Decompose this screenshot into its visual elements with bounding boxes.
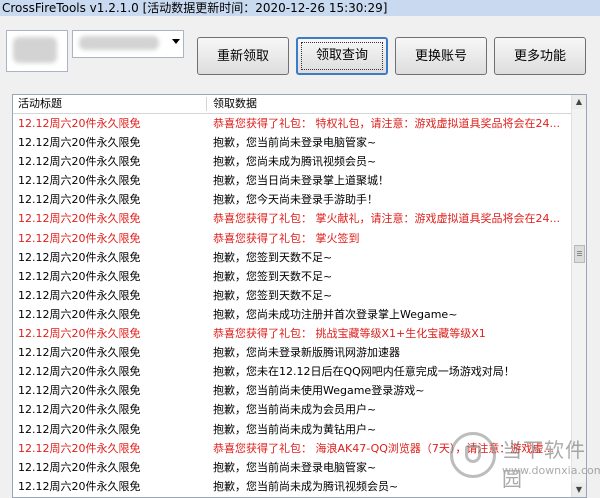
claim-data-cell: 抱歉，您签到天数不足~ bbox=[213, 250, 333, 264]
activity-title-cell: 12.12周六20件永久限免 bbox=[18, 269, 141, 283]
list-item[interactable]: 12.12周六20件永久限免 抱歉，您当前尚未登录电脑管家~ bbox=[13, 133, 573, 152]
list-item[interactable]: 12.12周六20件永久限免 抱歉，您今天尚未登录手游助手！ bbox=[13, 190, 573, 209]
grip-line bbox=[577, 251, 582, 252]
account-avatar-box[interactable] bbox=[6, 30, 68, 72]
claim-query-button[interactable]: 领取查询 bbox=[296, 37, 388, 75]
grip-line bbox=[577, 253, 582, 254]
activity-title-cell: 12.12周六20件永久限免 bbox=[18, 136, 141, 150]
watermark-brand: 当下软件园 bbox=[502, 438, 586, 491]
chevron-down-icon[interactable] bbox=[172, 39, 180, 44]
title-bar: CrossFireTools v1.2.1.0 [活动数据更新时间：2020-1… bbox=[0, 0, 600, 16]
column-header-data[interactable]: 领取数据 bbox=[213, 95, 257, 113]
claim-data-cell: 抱歉，您签到天数不足~ bbox=[213, 269, 333, 283]
focus-rect bbox=[301, 42, 383, 70]
list-item[interactable]: 12.12周六20件永久限免 抱歉，您尚未成功注册并首次登录掌上Wegame~ bbox=[13, 305, 573, 324]
list-item[interactable]: 12.12周六20件永久限免 抱歉，您尚未成为腾讯视频会员~ bbox=[13, 152, 573, 171]
activity-title-cell: 12.12周六20件永久限免 bbox=[18, 403, 141, 417]
claim-data-cell: 抱歉，您今天尚未登录手游助手！ bbox=[213, 193, 378, 207]
claim-data-cell: 抱歉，您未在12.12日后在QQ网吧内任意完成一场游戏对局！ bbox=[213, 365, 515, 379]
switch-account-button[interactable]: 更换账号 bbox=[395, 37, 487, 75]
activity-title-cell: 12.12周六20件永久限免 bbox=[18, 327, 141, 341]
claim-data-cell: 抱歉，您当日尚未登录掌上道聚城！ bbox=[213, 174, 389, 188]
list-item[interactable]: 12.12周六20件永久限免 抱歉，您当日尚未登录掌上道聚城！ bbox=[13, 171, 573, 190]
claim-data-cell: 抱歉，您尚未成功注册并首次登录掌上Wegame~ bbox=[213, 307, 458, 321]
list-item[interactable]: 12.12周六20件永久限免 抱歉，您签到天数不足~ bbox=[13, 286, 573, 305]
watermark: 当下软件园 www.downxia.com bbox=[450, 430, 600, 498]
claim-data-cell: 恭喜您获得了礼包： 掌火献礼，请注意：游戏虚拟道具奖品将会在24... bbox=[213, 212, 560, 226]
activity-title-cell: 12.12周六20件永久限免 bbox=[18, 174, 141, 188]
activity-title-cell: 12.12周六20件永久限免 bbox=[18, 288, 141, 302]
list-item[interactable]: 12.12周六20件永久限免 恭喜您获得了礼包： 掌火签到 bbox=[13, 229, 573, 248]
claim-data-cell: 抱歉，您当前尚未使用Wegame登录游戏~ bbox=[213, 384, 425, 398]
list-header: 活动标题 领取数据 bbox=[13, 95, 573, 114]
activity-title-cell: 12.12周六20件永久限免 bbox=[18, 346, 141, 360]
claim-data-cell: 抱歉，您尚未成为腾讯视频会员~ bbox=[213, 155, 377, 169]
more-features-button[interactable]: 更多功能 bbox=[494, 37, 586, 75]
claim-data-cell: 恭喜您获得了礼包： 掌火签到 bbox=[213, 231, 360, 245]
activity-title-cell: 12.12周六20件永久限免 bbox=[18, 250, 141, 264]
activity-title-cell: 12.12周六20件永久限免 bbox=[18, 307, 141, 321]
activity-title-cell: 12.12周六20件永久限免 bbox=[18, 365, 141, 379]
list-item[interactable]: 12.12周六20件永久限免 恭喜您获得了礼包： 特权礼包，请注意：游戏虚拟道具奖… bbox=[13, 114, 573, 133]
list-item[interactable]: 12.12周六20件永久限免 抱歉，您未在12.12日后在QQ网吧内任意完成一场游… bbox=[13, 362, 573, 381]
list-item[interactable]: 12.12周六20件永久限免 抱歉，您当前尚未成为会员用户~ bbox=[13, 400, 573, 419]
claim-data-cell: 恭喜您获得了礼包： 挑战宝藏等级X1+生化宝藏等级X1 bbox=[213, 327, 486, 341]
blurred-avatar bbox=[13, 37, 57, 63]
activity-title-cell: 12.12周六20件永久限免 bbox=[18, 212, 141, 226]
activity-title-cell: 12.12周六20件永久限免 bbox=[18, 441, 141, 455]
activity-title-cell: 12.12周六20件永久限免 bbox=[18, 193, 141, 207]
list-item[interactable]: 12.12周六20件永久限免 恭喜您获得了礼包： 挑战宝藏等级X1+生化宝藏等级X… bbox=[13, 324, 573, 343]
main-panel: 重新领取 领取查询 更换账号 更多功能 活动标题 领取数据 12.12周六20件… bbox=[0, 16, 600, 498]
column-header-title[interactable]: 活动标题 bbox=[18, 95, 62, 113]
activity-title-cell: 12.12周六20件永久限免 bbox=[18, 384, 141, 398]
claim-data-cell: 抱歉，您签到天数不足~ bbox=[213, 288, 333, 302]
activity-title-cell: 12.12周六20件永久限免 bbox=[18, 479, 141, 493]
activity-title-cell: 12.12周六20件永久限免 bbox=[18, 460, 141, 474]
list-item[interactable]: 12.12周六20件永久限免 抱歉，您尚未登录新版腾讯网游加速器 bbox=[13, 343, 573, 362]
list-item[interactable]: 12.12周六20件永久限免 抱歉，您签到天数不足~ bbox=[13, 248, 573, 267]
list-item[interactable]: 12.12周六20件永久限免 恭喜您获得了礼包： 掌火献礼，请注意：游戏虚拟道具奖… bbox=[13, 209, 573, 228]
claim-data-cell: 抱歉，您尚未登录新版腾讯网游加速器 bbox=[213, 346, 400, 360]
activity-title-cell: 12.12周六20件永久限免 bbox=[18, 422, 141, 436]
activity-title-cell: 12.12周六20件永久限免 bbox=[18, 231, 141, 245]
scroll-up-icon[interactable]: ▲ bbox=[572, 95, 586, 109]
scroll-thumb[interactable] bbox=[574, 245, 585, 263]
claim-data-cell: 恭喜您获得了礼包： 特权礼包，请注意：游戏虚拟道具奖品将会在24... bbox=[213, 117, 560, 130]
activity-title-cell: 12.12周六20件永久限免 bbox=[18, 117, 141, 130]
claim-data-cell: 抱歉，您当前尚未登录电脑管家~ bbox=[213, 136, 377, 150]
watermark-logo-icon bbox=[450, 432, 496, 478]
list-item[interactable]: 12.12周六20件永久限免 抱歉，您签到天数不足~ bbox=[13, 267, 573, 286]
blurred-account-name bbox=[79, 36, 159, 50]
reclaim-button[interactable]: 重新领取 bbox=[197, 37, 289, 75]
account-select[interactable] bbox=[72, 30, 184, 58]
watermark-url: www.downxia.com bbox=[502, 464, 600, 477]
grip-line bbox=[577, 255, 582, 256]
list-item[interactable]: 12.12周六20件永久限免 抱歉，您当前尚未使用Wegame登录游戏~ bbox=[13, 381, 573, 400]
window-title: CrossFireTools v1.2.1.0 [活动数据更新时间：2020-1… bbox=[2, 1, 388, 15]
activity-title-cell: 12.12周六20件永久限免 bbox=[18, 155, 141, 169]
claim-data-cell: 抱歉，您当前尚未成为会员用户~ bbox=[213, 403, 377, 417]
column-divider[interactable] bbox=[206, 97, 207, 111]
